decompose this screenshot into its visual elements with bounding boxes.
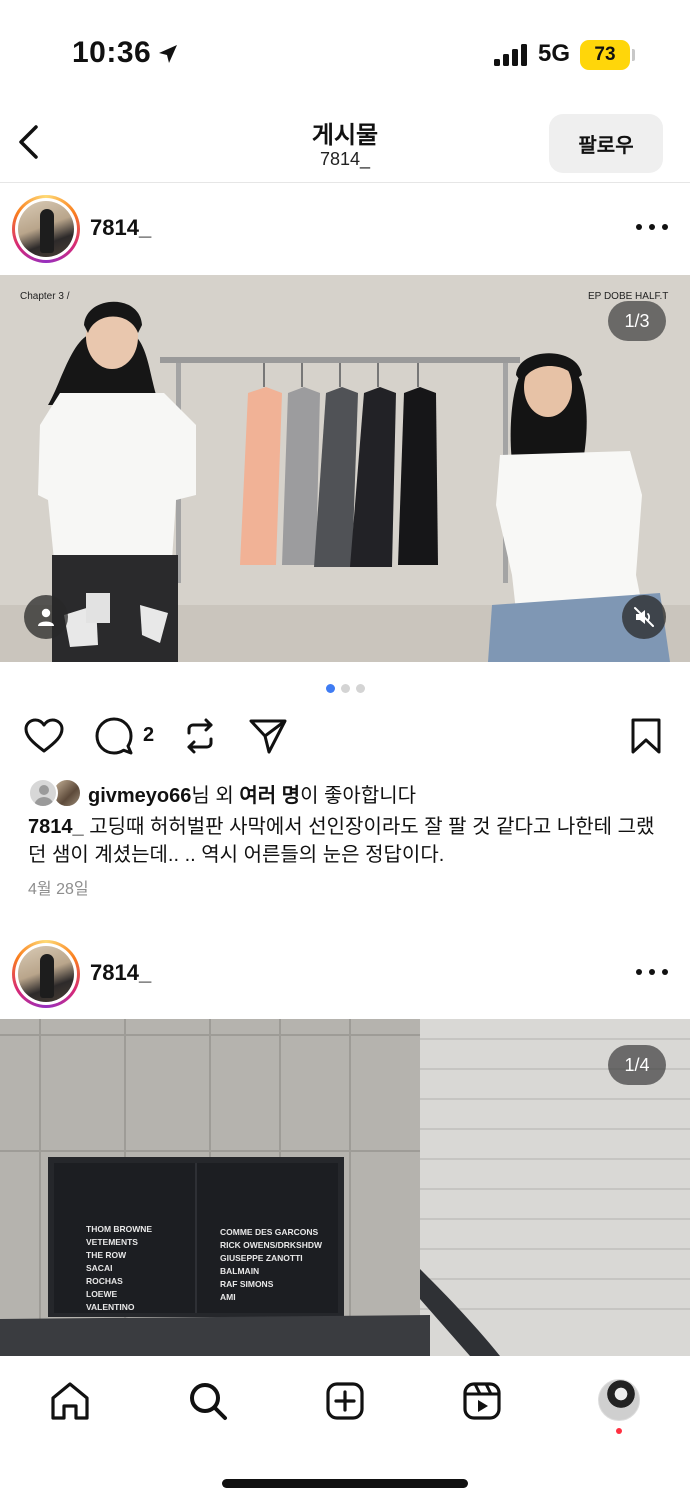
store-sign-right: COMME DES GARCONS RICK OWENS/DRKSHDW GIUSE… [220, 1226, 322, 1304]
carousel-dot [340, 684, 350, 693]
search-icon [190, 1383, 227, 1420]
save-button[interactable] [624, 714, 668, 758]
send-icon [249, 719, 287, 754]
comment-button[interactable] [92, 714, 136, 758]
liked-by-suffix: 님 외 [191, 784, 240, 807]
repost-icon [187, 718, 213, 754]
store-sign-line: LOEWE [86, 1289, 118, 1299]
post-header: 7814_ [0, 183, 690, 273]
notification-dot [616, 1428, 622, 1434]
liked-by-text: givmeyo66님 외 여러 명이 좋아합니다 [88, 779, 416, 808]
store-sign-left: THOM BROWNE VETEMENTS THE ROW SACAI ROCHAS LO… [86, 1223, 152, 1314]
nav-reels[interactable] [458, 1377, 506, 1425]
share-button[interactable] [246, 714, 290, 758]
tagged-people-button[interactable] [24, 595, 68, 639]
dot-icon [662, 969, 668, 975]
status-bar: 10:36 5G 73 [0, 0, 690, 105]
media-counter: 1/4 [608, 1045, 666, 1085]
dot-icon [662, 224, 668, 230]
status-time: 10:36 [72, 36, 152, 69]
liked-by-others[interactable]: 여러 명 [239, 785, 300, 807]
top-header: 게시물 7814_ 팔로우 [0, 105, 690, 183]
media-counter: 1/3 [608, 301, 666, 341]
store-sign-line: RICK OWENS/DRKSHDW [220, 1240, 322, 1250]
speaker-muted-icon [634, 607, 654, 627]
avatar-image [18, 946, 74, 1002]
comment-count: 2 [143, 724, 155, 746]
media-photo [0, 275, 690, 662]
dot-icon [636, 224, 642, 230]
dot-icon [649, 969, 655, 975]
post-media[interactable]: THOM BROWNE VETEMENTS THE ROW SACAI ROCHAS LO… [0, 1019, 690, 1356]
carousel-dot-active [325, 684, 335, 693]
caption-username[interactable]: 7814_ [28, 816, 84, 838]
post-avatar[interactable] [12, 940, 80, 1008]
like-button[interactable] [22, 714, 66, 758]
liked-by-row[interactable]: givmeyo66님 외 여러 명이 좋아합니다 [28, 776, 416, 810]
store-sign-line: GIUSEPPE ZANOTTI [220, 1253, 303, 1263]
media-caption-left: Chapter 3 / [20, 291, 70, 302]
network-type: 5G [538, 40, 571, 67]
bookmark-icon [631, 718, 661, 754]
nav-profile-avatar[interactable] [598, 1379, 640, 1421]
cellular-signal-icon [494, 44, 527, 66]
post-username[interactable]: 7814_ [90, 215, 151, 241]
nav-create[interactable] [321, 1377, 369, 1425]
avatar-image [18, 201, 74, 257]
store-sign-line: THE ROW [86, 1250, 127, 1260]
more-options-button[interactable] [636, 962, 668, 982]
location-arrow-icon [159, 45, 177, 63]
nav-home[interactable] [46, 1377, 94, 1425]
create-icon [326, 1382, 364, 1420]
post-actions: 2 [0, 712, 690, 762]
post-header: 7814_ [0, 928, 690, 1018]
heart-icon [24, 718, 64, 753]
user-icon [38, 608, 54, 626]
more-options-button[interactable] [636, 217, 668, 237]
bottom-navigation [0, 1357, 690, 1500]
home-icon [51, 1382, 89, 1420]
caption-text: 고딩때 허허벌판 사막에서 선인장이라도 잘 팔 것 같다고 나한테 그랬던 샘… [28, 816, 655, 866]
liked-by-username[interactable]: givmeyo66 [88, 785, 191, 807]
store-sign-line: AMI [220, 1292, 236, 1302]
carousel-indicator [0, 684, 690, 693]
battery-indicator: 73 [580, 40, 630, 70]
reels-icon [463, 1382, 501, 1420]
store-sign-line: VETEMENTS [86, 1237, 138, 1247]
post-caption: 7814_ 고딩때 허허벌판 사막에서 선인장이라도 잘 팔 것 같다고 나한테… [28, 813, 668, 869]
post-date: 4월 28일 [28, 881, 89, 898]
liker-avatar [28, 778, 58, 808]
post-avatar[interactable] [12, 195, 80, 263]
store-sign-line: THOM BROWNE [86, 1224, 153, 1234]
post-username[interactable]: 7814_ [90, 960, 151, 986]
follow-button[interactable]: 팔로우 [549, 114, 663, 173]
store-sign-line: SACAI [86, 1263, 113, 1273]
store-sign-line: BALMAIN [220, 1266, 260, 1276]
nav-search[interactable] [184, 1377, 232, 1425]
store-sign-line: VALENTINO [86, 1302, 135, 1312]
store-sign-line: RAF SIMONS [220, 1279, 274, 1289]
comment-icon [95, 717, 133, 755]
battery-tip [632, 49, 635, 61]
store-sign-line: ROCHAS [86, 1276, 123, 1286]
store-sign-line: COMME DES GARCONS [220, 1227, 319, 1237]
carousel-dot [355, 684, 365, 693]
dot-icon [649, 224, 655, 230]
post-media[interactable]: Chapter 3 / EP DOBE HALF.T 1/3 [0, 275, 690, 662]
repost-button[interactable] [178, 714, 222, 758]
mute-button[interactable] [622, 595, 666, 639]
dot-icon [636, 969, 642, 975]
liked-by-suffix-2: 이 좋아합니다 [300, 784, 417, 807]
home-indicator [222, 1479, 468, 1488]
